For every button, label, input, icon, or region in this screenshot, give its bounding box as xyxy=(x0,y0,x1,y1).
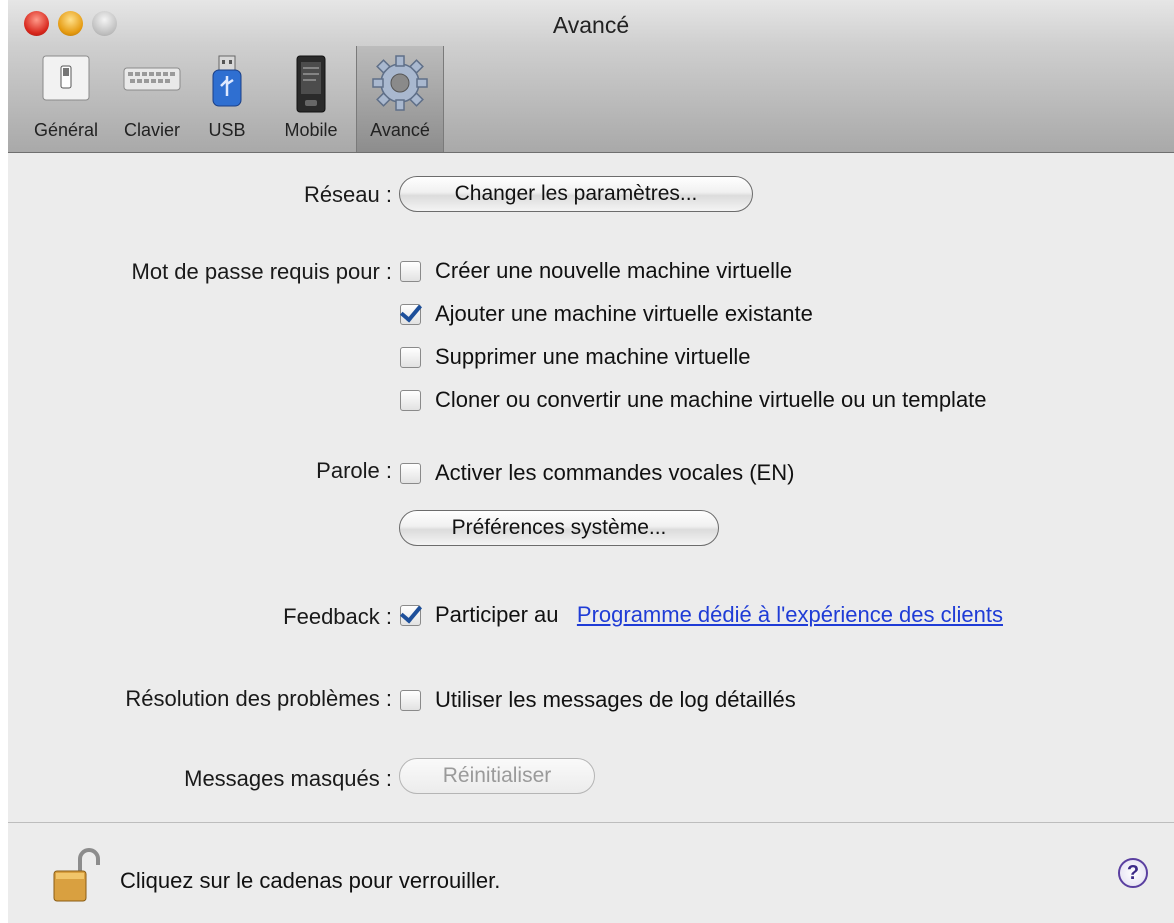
voice-commands-checkbox[interactable] xyxy=(400,463,421,484)
lock-instruction-text: Cliquez sur le cadenas pour verrouiller. xyxy=(120,868,501,893)
toolbar-tab-label: Mobile xyxy=(284,120,338,140)
help-button[interactable]: ? xyxy=(1118,858,1148,888)
voice-commands-label: Activer les commandes vocales (EN) xyxy=(435,460,795,485)
delete-vm-label: Supprimer une machine virtuelle xyxy=(435,344,751,369)
feedback-checkbox[interactable] xyxy=(400,605,421,626)
verbose-logging-checkbox[interactable] xyxy=(400,690,421,711)
unlocked-padlock-icon[interactable] xyxy=(52,845,102,910)
toolbar-tab-label: USB xyxy=(208,120,246,140)
general-switch-icon xyxy=(41,54,91,107)
toolbar-tab-label: Clavier xyxy=(123,120,180,140)
change-settings-button[interactable]: Changer les paramètres... xyxy=(399,176,753,212)
feedback-option-label: Participer au Programme dédié à l'expéri… xyxy=(435,602,1003,628)
system-preferences-button[interactable]: Préférences système... xyxy=(399,510,719,546)
title-bar: Avancé Général Clavier USB Mobile Avancé xyxy=(8,0,1174,153)
usb-icon xyxy=(207,54,247,115)
network-label: Réseau : xyxy=(303,182,392,207)
toolbar-tab-label: Avancé xyxy=(370,120,430,140)
window-title: Avancé xyxy=(552,12,630,38)
preferences-window: Avancé Général Clavier USB Mobile Avancé… xyxy=(8,0,1174,923)
delete-vm-checkbox[interactable] xyxy=(400,347,421,368)
feedback-participate-text: Participer au xyxy=(435,602,559,627)
gear-icon xyxy=(371,54,429,117)
feedback-label: Feedback : xyxy=(283,604,392,629)
mobile-phone-icon xyxy=(294,54,328,119)
add-existing-vm-label: Ajouter une machine virtuelle existante xyxy=(435,301,813,326)
toolbar-tab-usb[interactable]: USB xyxy=(198,46,256,152)
customer-experience-program-link[interactable]: Programme dédié à l'expérience des clien… xyxy=(577,602,1003,627)
keyboard-icon xyxy=(120,54,184,107)
troubleshooting-label: Résolution des problèmes : xyxy=(125,686,392,711)
toolbar-tab-general[interactable]: Général xyxy=(26,46,106,152)
add-existing-vm-checkbox[interactable] xyxy=(400,304,421,325)
verbose-logging-label: Utiliser les messages de log détaillés xyxy=(435,687,796,712)
create-vm-label: Créer une nouvelle machine virtuelle xyxy=(435,258,793,283)
toolbar-tab-mobile[interactable]: Mobile xyxy=(270,46,352,152)
toolbar-tab-label: Général xyxy=(33,120,99,140)
speech-label: Parole : xyxy=(316,458,392,483)
clone-convert-vm-label: Cloner ou convertir une machine virtuell… xyxy=(435,387,987,412)
password-required-label: Mot de passe requis pour : xyxy=(131,259,392,284)
clone-convert-vm-checkbox[interactable] xyxy=(400,390,421,411)
toolbar-tab-advanced[interactable]: Avancé xyxy=(356,46,444,152)
create-vm-checkbox[interactable] xyxy=(400,261,421,282)
toolbar-tab-keyboard[interactable]: Clavier xyxy=(112,46,192,152)
footer-divider xyxy=(8,822,1174,823)
reset-button[interactable]: Réinitialiser xyxy=(399,758,595,794)
hidden-messages-label: Messages masqués : xyxy=(184,766,392,791)
